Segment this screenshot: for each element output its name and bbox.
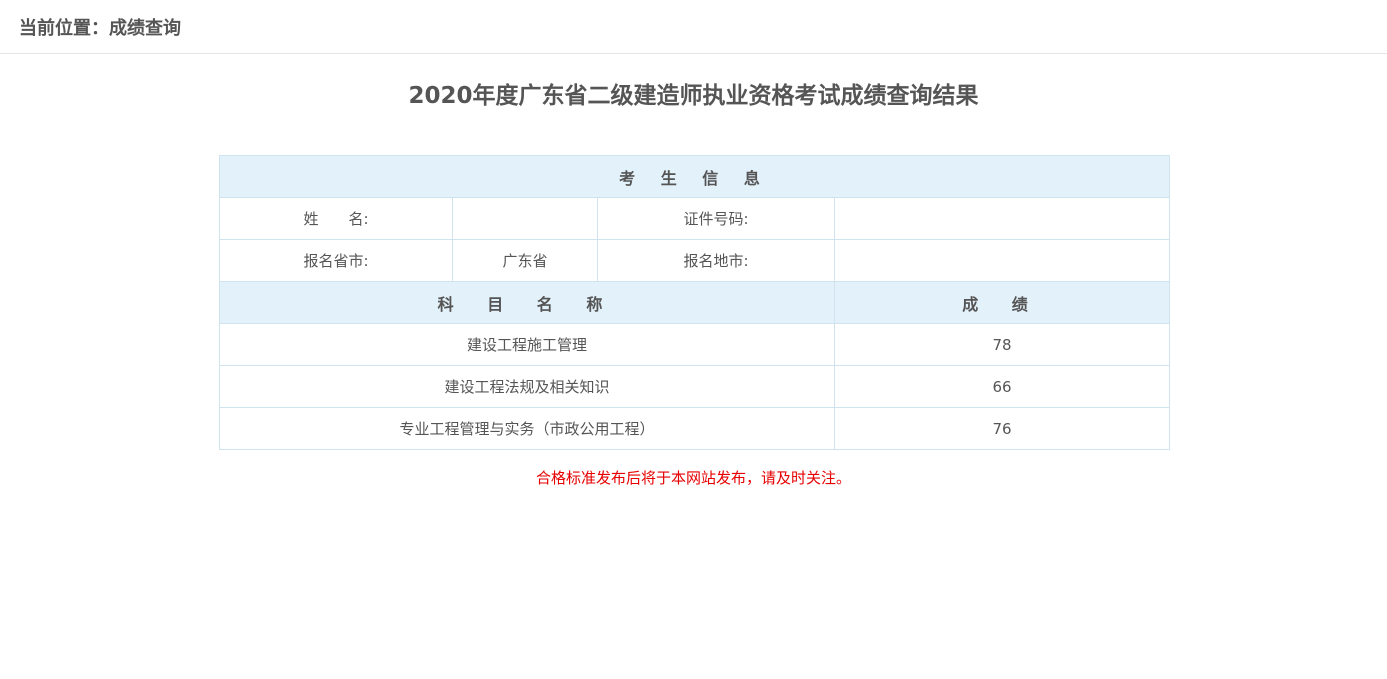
subject-score: 66: [833, 365, 1171, 408]
score-result-table: 考 生 信 息 姓 名: 证件号码: 报名省市: 广东省 报名地市: 科 目 名…: [218, 155, 1171, 450]
candidate-info-header-row: 考 生 信 息: [218, 155, 1171, 198]
subject-score: 76: [833, 407, 1171, 450]
breadcrumb: 当前位置：成绩查询: [19, 17, 181, 39]
province-label: 报名省市:: [219, 239, 453, 282]
name-value: [452, 197, 598, 240]
candidate-row-location: 报名省市: 广东省 报名地市:: [219, 239, 1171, 282]
city-label: 报名地市:: [597, 239, 835, 282]
name-label: 姓 名:: [219, 197, 453, 240]
subject-name-header: 科 目 名 称: [219, 281, 835, 324]
table-row: 建设工程施工管理 78: [219, 323, 1171, 366]
city-value: [833, 239, 1171, 282]
score-header: 成 绩: [833, 281, 1171, 324]
breadcrumb-bar: 当前位置：成绩查询: [0, 0, 1387, 54]
page-title: 2020年度广东省二级建造师执业资格考试成绩查询结果: [408, 83, 979, 109]
table-row: 建设工程法规及相关知识 66: [219, 365, 1171, 408]
id-number-label: 证件号码:: [597, 197, 835, 240]
id-number-value: [833, 197, 1171, 240]
subject-name: 建设工程法规及相关知识: [219, 365, 835, 408]
subject-score: 78: [833, 323, 1171, 366]
scores-header-row: 科 目 名 称 成 绩: [219, 281, 1171, 324]
table-row: 专业工程管理与实务（市政公用工程） 76: [219, 407, 1171, 450]
candidate-info-header: 考 生 信 息: [218, 155, 1171, 198]
candidate-row-name: 姓 名: 证件号码:: [219, 197, 1171, 240]
notice-text: 合格标准发布后将于本网站发布，请及时关注。: [535, 469, 851, 487]
province-value: 广东省: [452, 239, 598, 282]
subject-name: 专业工程管理与实务（市政公用工程）: [219, 407, 835, 450]
subject-name: 建设工程施工管理: [219, 323, 835, 366]
